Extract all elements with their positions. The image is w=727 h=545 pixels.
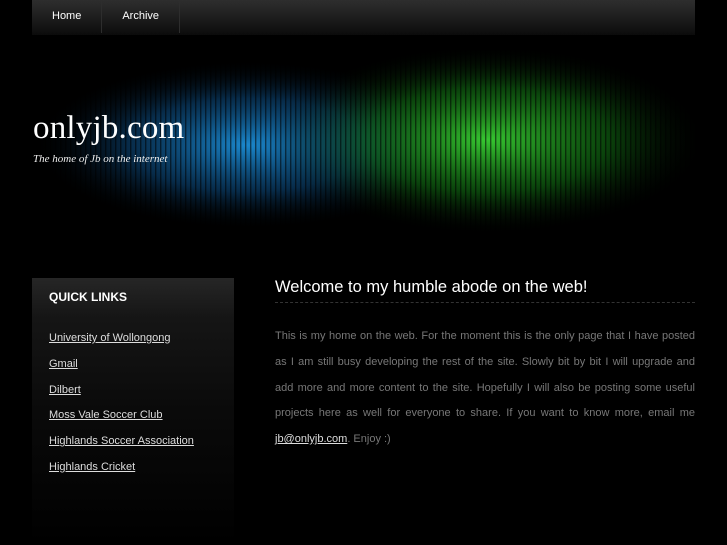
list-item: Dilbert xyxy=(49,384,234,410)
link-dilbert[interactable]: Dilbert xyxy=(49,384,81,396)
link-highlands-cricket[interactable]: Highlands Cricket xyxy=(49,461,135,473)
post-body: This is my home on the web. For the mome… xyxy=(275,324,695,453)
quick-links-list: University of Wollongong Gmail Dilbert M… xyxy=(32,316,234,487)
email-link[interactable]: jb@onlyjb.com xyxy=(275,433,347,445)
nav-home-link[interactable]: Home xyxy=(32,0,103,33)
list-item: Highlands Soccer Association xyxy=(49,435,234,461)
list-item: Gmail xyxy=(49,358,234,384)
top-navigation: Home Archive xyxy=(32,0,695,35)
quick-links-heading: QUICK LINKS xyxy=(32,278,234,316)
link-highlands-soccer-association[interactable]: Highlands Soccer Association xyxy=(49,435,194,447)
list-item: University of Wollongong xyxy=(49,332,234,358)
link-moss-vale-soccer-club[interactable]: Moss Vale Soccer Club xyxy=(49,409,163,421)
quick-links-sidebar: QUICK LINKS University of Wollongong Gma… xyxy=(32,278,234,545)
site-title: onlyjb.com xyxy=(33,110,185,146)
post-heading: Welcome to my humble abode on the web! xyxy=(275,278,695,303)
nav-archive-link[interactable]: Archive xyxy=(102,0,181,33)
post-body-text: This is my home on the web. For the mome… xyxy=(275,330,695,420)
link-gmail[interactable]: Gmail xyxy=(49,358,78,370)
site-tagline: The home of Jb on the internet xyxy=(33,153,168,165)
list-item: Highlands Cricket xyxy=(49,461,234,487)
link-university-of-wollongong[interactable]: University of Wollongong xyxy=(49,332,170,344)
main-content: Welcome to my humble abode on the web! T… xyxy=(275,278,695,453)
post-body-ending: . Enjoy :) xyxy=(347,433,391,446)
list-item: Moss Vale Soccer Club xyxy=(49,409,234,435)
